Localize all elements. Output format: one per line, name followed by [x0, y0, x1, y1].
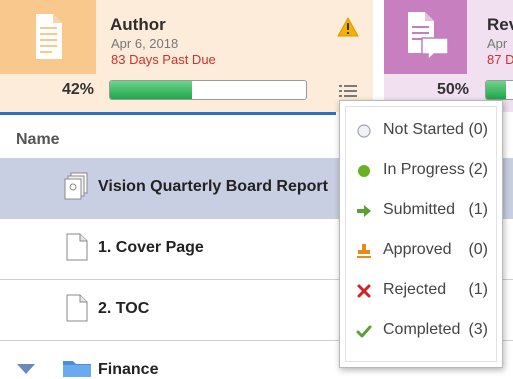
status-item-submitted[interactable]: Submitted (1): [346, 199, 496, 223]
status-count: (3): [468, 321, 488, 338]
tree-row-label: 2. TOC: [98, 300, 150, 317]
status-label: Not Started: [383, 121, 464, 138]
author-progress-percent: 42%: [62, 81, 95, 98]
comment-document-icon: [408, 12, 449, 62]
status-item-in-progress[interactable]: In Progress (2): [346, 159, 496, 183]
review-stage-icon-box: [384, 0, 467, 74]
status-label: Completed: [383, 321, 461, 338]
warning-icon[interactable]: [337, 16, 359, 37]
status-count: (0): [468, 241, 488, 258]
name-column-header[interactable]: Name: [16, 131, 60, 149]
status-item-not-started[interactable]: Not Started (0): [346, 119, 496, 143]
author-stage-icon-box: [0, 0, 96, 74]
review-stage-title: Rev: [487, 15, 513, 34]
stamp-icon: [357, 244, 371, 258]
document-icon: [36, 14, 62, 59]
green-dot-icon: [358, 165, 370, 177]
author-past-due-text: 83 Days Past Due: [111, 52, 216, 67]
status-item-completed[interactable]: Completed (3): [346, 319, 496, 343]
review-progress-bar: [485, 80, 513, 100]
folder-icon: [63, 361, 91, 377]
author-progress-bar: [109, 80, 307, 100]
review-progress-percent: 50%: [437, 81, 470, 98]
review-past-due-text: 87 D: [487, 52, 513, 67]
status-label: In Progress: [383, 161, 465, 178]
collapse-triangle-icon[interactable]: [16, 363, 36, 375]
review-progress-fill: [486, 81, 506, 99]
status-count: (1): [468, 281, 488, 298]
status-filter-popup: Not Started (0) In Progress (2) Submitte…: [339, 100, 503, 368]
document-icon: [66, 233, 88, 261]
empty-circle-icon: [357, 124, 371, 138]
author-stage-date: Apr 6, 2018: [111, 36, 179, 51]
status-label: Rejected: [383, 281, 447, 298]
tree-row-label: 1. Cover Page: [98, 239, 204, 256]
tree-row-label: Vision Quarterly Board Report: [98, 178, 328, 195]
author-progress-fill: [110, 81, 193, 99]
status-item-approved[interactable]: Approved (0): [346, 239, 496, 263]
red-x-icon: [357, 284, 371, 298]
status-list-icon[interactable]: [339, 84, 357, 98]
checkmark-icon: [356, 325, 372, 338]
author-stage-title: Author: [110, 15, 166, 34]
status-count: (0): [468, 121, 488, 138]
status-count: (1): [468, 201, 488, 218]
status-list: Not Started (0) In Progress (2) Submitte…: [345, 106, 497, 362]
right-arrow-icon: [357, 205, 371, 217]
status-label: Submitted: [383, 201, 456, 218]
status-count: (2): [468, 161, 488, 178]
active-stage-indicator: [0, 112, 336, 115]
tree-row-label: Finance: [98, 361, 159, 378]
status-item-rejected[interactable]: Rejected (1): [346, 279, 496, 303]
review-stage-date: Apr: [487, 36, 508, 51]
status-label: Approved: [383, 241, 452, 258]
multi-document-icon: [64, 172, 88, 200]
document-icon: [66, 294, 88, 322]
